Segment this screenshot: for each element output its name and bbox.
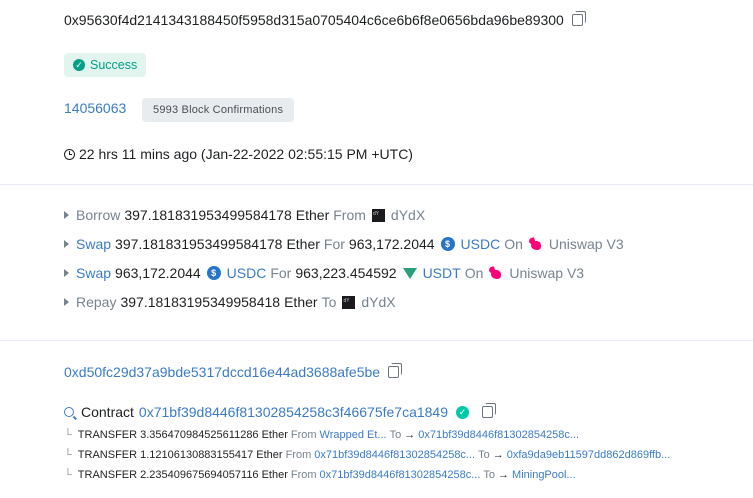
transfer-token: Ether [261, 429, 288, 441]
transfer-to-link[interactable]: 0xfa9da9eb11597dd862d869ffb... [507, 449, 671, 461]
uniswap-icon [529, 238, 543, 251]
transfer-from-label: From [285, 449, 312, 461]
action-platform: dYdX [390, 207, 426, 223]
contract-row: Contract 0x71bf39d8446f81302854258c3f466… [64, 403, 496, 420]
action-prep: For [323, 236, 345, 252]
action-token: Ether [284, 294, 318, 310]
block-confirmations-badge: 5993 Block Confirmations [142, 98, 295, 122]
to-address-link[interactable]: 0xd50fc29d37a9bde5317dccd16e44ad3688afe5… [64, 364, 380, 380]
transfer-to-label: To [483, 469, 496, 481]
action-prep: For [270, 265, 292, 281]
transfer-row: └ TRANSFER 3.356470984525611286 Ether Fr… [64, 429, 579, 441]
arrow-right-icon: → [498, 469, 510, 481]
tree-elbow-icon: └ [64, 429, 72, 441]
verified-check-icon: ✓ [456, 405, 469, 419]
action-amount: 397.181831953499584178 [115, 236, 283, 252]
action-amount: 397.18183195349958418 [120, 294, 281, 310]
usdc-icon: $ [440, 237, 455, 251]
transfer-amount: 2.235409675694057116 [140, 469, 259, 481]
usdt-icon [402, 267, 417, 279]
timestamp-row: 22 hrs 11 mins ago (Jan-22-2022 02:55:15… [64, 146, 413, 162]
transfer-token: Ether [261, 469, 288, 481]
transfer-amount: 3.356470984525611286 [140, 429, 259, 441]
action-row-swap-2: Swap 963,172.2044 $ USDC For 963,223.454… [64, 265, 584, 281]
status-label: Success [90, 58, 138, 72]
transfer-to-label: To [478, 449, 490, 461]
action-verb-link[interactable]: Swap [76, 236, 111, 252]
transfer-label: TRANSFER [77, 449, 138, 461]
action-amount-2: 963,172.2044 [348, 236, 435, 252]
transaction-hash: 0x95630f4d2141343188450f5958d315a0705404… [64, 12, 564, 28]
caret-right-icon [64, 211, 69, 219]
usdc-icon: $ [206, 266, 221, 280]
transfer-to-link[interactable]: MiningPool... [512, 469, 576, 481]
action-token: Ether [295, 207, 330, 223]
action-token-2-link[interactable]: USDC [461, 236, 501, 252]
action-platform: Uniswap V3 [548, 236, 624, 252]
block-number-link[interactable]: 14056063 [64, 100, 126, 116]
action-amount-2: 963,223.454592 [295, 265, 397, 281]
transfer-amount: 1.12106130883155417 [140, 449, 254, 461]
divider [0, 184, 753, 185]
action-platform: Uniswap V3 [509, 265, 585, 281]
action-verb-link[interactable]: Swap [76, 265, 111, 281]
transfer-from-link[interactable]: 0x71bf39d8446f81302854258c... [314, 449, 475, 461]
divider [0, 340, 753, 341]
copy-icon[interactable] [571, 11, 586, 26]
transfer-to-label: To [389, 429, 402, 441]
action-verb: Borrow [76, 207, 121, 223]
transfer-token: Ether [256, 449, 283, 461]
timestamp-text: 22 hrs 11 mins ago (Jan-22-2022 02:55:15… [79, 146, 413, 162]
dydx-icon [371, 208, 385, 222]
to-address-row: 0xd50fc29d37a9bde5317dccd16e44ad3688afe5… [64, 363, 403, 380]
transaction-hash-row: 0x95630f4d2141343188450f5958d315a0705404… [64, 11, 586, 28]
magnifier-icon [64, 407, 74, 417]
action-prep: From [333, 207, 366, 223]
transfer-label: TRANSFER [77, 429, 138, 441]
copy-icon[interactable] [482, 403, 496, 418]
action-row-borrow: Borrow 397.181831953499584178 Ether From… [64, 207, 425, 223]
transfer-to-link[interactable]: 0x71bf39d8446f81302854258c... [418, 429, 579, 441]
caret-right-icon [64, 269, 69, 277]
action-row-repay: Repay 397.18183195349958418 Ether To dY d… [64, 294, 396, 310]
action-amount: 397.181831953499584178 [124, 207, 292, 223]
action-token: Ether [286, 236, 320, 252]
transfer-from-link[interactable]: Wrapped Et... [320, 429, 387, 441]
caret-right-icon [64, 298, 69, 306]
check-circle-icon: ✓ [73, 59, 85, 71]
contract-address-link[interactable]: 0x71bf39d8446f81302854258c3f46675fe7ca18… [139, 404, 448, 420]
action-amount: 963,172.2044 [115, 265, 201, 281]
arrow-right-icon: → [404, 429, 416, 441]
transfer-row: └ TRANSFER 2.235409675694057116 Ether Fr… [64, 469, 576, 481]
transfer-from-label: From [290, 429, 317, 441]
action-on: On [504, 236, 523, 252]
contract-label: Contract [81, 404, 134, 420]
status-badge: ✓ Success [64, 53, 147, 77]
transfer-from-label: From [290, 469, 317, 481]
action-platform: dYdX [361, 294, 396, 310]
copy-icon[interactable] [388, 363, 403, 378]
uniswap-icon [489, 267, 503, 280]
tree-elbow-icon: └ [64, 449, 72, 461]
action-token-2-link[interactable]: USDT [423, 265, 461, 281]
action-token-link[interactable]: USDC [227, 265, 267, 281]
transfer-label: TRANSFER [77, 469, 138, 481]
clock-icon [64, 148, 75, 160]
tree-elbow-icon: └ [64, 469, 72, 481]
transfer-from-link[interactable]: 0x71bf39d8446f81302854258c... [320, 469, 481, 481]
action-verb: Repay [76, 294, 117, 310]
action-prep: To [321, 294, 337, 310]
dydx-icon [342, 295, 356, 309]
caret-right-icon [64, 240, 69, 248]
transfer-row: └ TRANSFER 1.12106130883155417 Ether Fro… [64, 449, 670, 461]
arrow-right-icon: → [492, 449, 504, 461]
action-on: On [464, 265, 484, 281]
action-row-swap-1: Swap 397.181831953499584178 Ether For 96… [64, 236, 624, 252]
